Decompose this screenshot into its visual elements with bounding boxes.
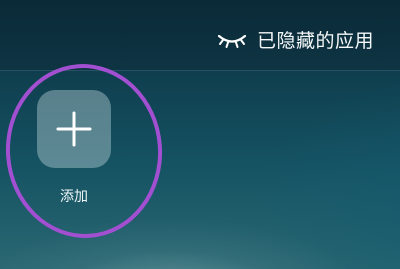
- plus-icon: [54, 109, 94, 149]
- top-bar: 已隐藏的应用: [0, 0, 400, 70]
- closed-eye-icon: [217, 31, 247, 49]
- hidden-apps-screen: 已隐藏的应用 添加: [0, 0, 400, 269]
- header-divider: [0, 70, 400, 71]
- add-app-button[interactable]: [37, 90, 111, 168]
- hidden-apps-title: 已隐藏的应用: [256, 30, 374, 52]
- hidden-apps-header: 已隐藏的应用: [217, 26, 374, 53]
- add-app-label: 添加: [60, 189, 88, 205]
